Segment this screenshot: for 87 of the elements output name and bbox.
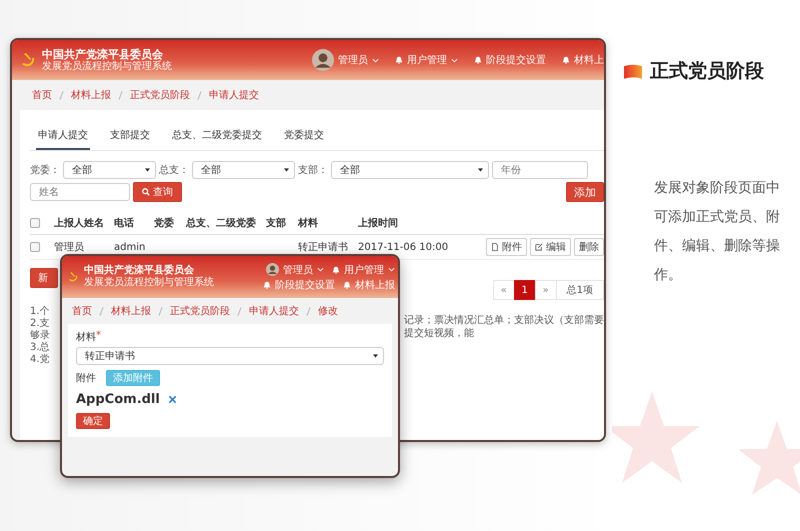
tab[interactable]: 总支、二级党委提交 <box>170 124 264 150</box>
action-button[interactable]: 附件 <box>486 238 527 256</box>
system-subtitle: 发展党员流程控制与管理系统 <box>42 60 172 72</box>
search-icon <box>142 188 150 196</box>
edit-icon <box>535 243 543 251</box>
file-icon <box>491 243 499 251</box>
breadcrumb-link[interactable]: 材料上报 <box>111 304 151 318</box>
search-button[interactable]: 查询 <box>133 182 182 202</box>
submit-button[interactable]: 确定 <box>76 413 110 429</box>
nav-item[interactable]: 用户管理 <box>332 262 395 276</box>
bell-icon <box>332 266 340 274</box>
bell-icon <box>395 56 403 64</box>
column-header: 电话 <box>114 216 135 230</box>
add-button[interactable]: 添加 <box>566 182 604 202</box>
breadcrumb-link[interactable]: 修改 <box>318 304 338 318</box>
dropdown-caret-icon <box>284 168 289 172</box>
page-button[interactable]: 1 <box>514 280 536 300</box>
tab[interactable]: 支部提交 <box>108 124 152 150</box>
dropdown-caret-icon <box>373 354 378 358</box>
nav-item[interactable]: 材料上 <box>562 53 604 67</box>
avatar-icon <box>312 49 334 71</box>
column-header: 上报人姓名 <box>54 216 105 230</box>
material-select[interactable]: 转正申请书 <box>76 347 384 365</box>
breadcrumb-link[interactable]: 正式党员阶段 <box>170 304 230 318</box>
breadcrumb-link[interactable]: 正式党员阶段 <box>130 88 190 102</box>
field-label: 材料 <box>76 330 96 344</box>
note-text: 1.个 <box>30 306 51 318</box>
column-header: 材料 <box>298 216 319 230</box>
table-cell-text: admin <box>114 242 146 252</box>
table-cell-text: 转正申请书 <box>298 240 349 254</box>
system-subtitle: 发展党员流程控制与管理系统 <box>84 277 214 289</box>
filter-label: 总支： <box>159 164 189 177</box>
nav-item[interactable]: 阶段提交设置 <box>474 53 546 67</box>
select-field[interactable]: 全部 <box>331 161 489 179</box>
action-button[interactable]: 编辑 <box>530 238 571 256</box>
breadcrumb-link[interactable]: 首页 <box>72 304 92 318</box>
column-header: 上报时间 <box>358 216 399 230</box>
nav-item[interactable]: 管理员 <box>312 49 379 71</box>
breadcrumb-link[interactable]: 材料上报 <box>71 88 111 102</box>
dropdown-caret-icon <box>145 168 150 172</box>
section-title: 正式党员阶段 <box>650 59 764 84</box>
checkbox[interactable] <box>30 242 40 252</box>
bell-icon <box>562 56 570 64</box>
avatar-icon <box>266 263 279 276</box>
nav-item[interactable]: 管理员 <box>266 262 324 276</box>
dropdown-caret-icon <box>478 168 483 172</box>
breadcrumb-link[interactable]: 申请人提交 <box>249 304 299 318</box>
note-text: 4.党 <box>30 354 51 366</box>
column-header: 总支、二级党委 <box>186 216 257 230</box>
note-text: 记录；票决情况汇总单；支部决议（支部需要提交短视频，能 <box>404 314 604 340</box>
bell-icon <box>263 280 271 288</box>
bell-icon <box>343 280 351 288</box>
system-title: 中国共产党滦平县委员会 <box>84 265 195 276</box>
nav-item[interactable]: 阶段提交设置 <box>263 278 335 292</box>
bell-icon <box>474 56 482 64</box>
system-title: 中国共产党滦平县委员会 <box>42 48 164 60</box>
tab[interactable]: 申请人提交 <box>36 124 90 150</box>
flag-icon <box>624 64 642 78</box>
filter-label: 支部： <box>298 164 328 177</box>
year-field[interactable]: 年份 <box>492 161 588 179</box>
note-text: 3.总 <box>30 342 51 354</box>
field-label: 附件 <box>76 372 96 385</box>
required-mark: * <box>96 330 101 343</box>
next-page-button[interactable]: » <box>534 280 557 300</box>
breadcrumb-link[interactable]: 申请人提交 <box>209 88 259 102</box>
table-cell-text: 2017-11-06 10:00 <box>358 242 450 252</box>
description-text: 发展对象阶段页面中可添加正式党员、附件、编辑、删除等操作。 <box>654 179 780 285</box>
name-field[interactable]: 姓名 <box>30 183 130 201</box>
filter-label: 党委： <box>30 164 60 177</box>
close-icon[interactable] <box>168 395 177 404</box>
action-button[interactable]: 删除 <box>574 238 604 256</box>
new-button[interactable]: 新 <box>30 268 58 288</box>
nav-item[interactable]: 用户管理 <box>395 53 458 67</box>
select-field[interactable]: 全部 <box>192 161 295 179</box>
table-cell-text: 管理员 <box>54 241 85 254</box>
note-text: 2.支 <box>30 318 51 330</box>
note-text: 够录 <box>30 330 51 342</box>
column-header: 支部 <box>266 216 287 230</box>
select-field[interactable]: 全部 <box>63 161 156 179</box>
total-count: 总1项 <box>556 280 604 300</box>
checkbox[interactable] <box>30 218 40 228</box>
column-header: 党委 <box>154 216 175 230</box>
breadcrumb-link[interactable]: 首页 <box>32 88 52 102</box>
nav-item[interactable]: 材料上报 <box>343 278 395 292</box>
file-name: AppCom.dll <box>76 392 160 407</box>
emblem-icon <box>66 270 80 284</box>
tab[interactable]: 党委提交 <box>282 124 326 150</box>
